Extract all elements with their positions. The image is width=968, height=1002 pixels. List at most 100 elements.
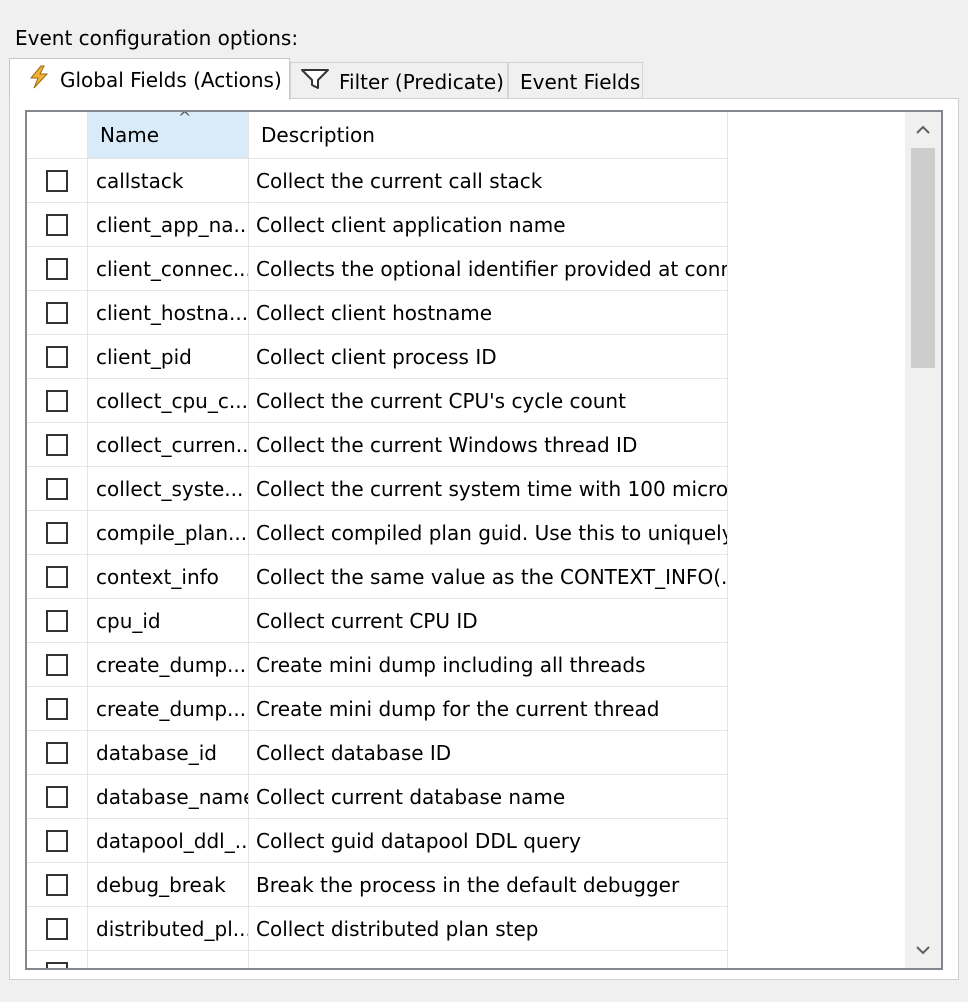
scrollbar-thumb[interactable] (911, 148, 935, 368)
table-row[interactable]: create_dump... Create mini dump for the c… (27, 687, 728, 731)
tab-label: Event Fields (520, 69, 641, 94)
row-checkbox-cell (27, 467, 88, 511)
row-description (249, 951, 728, 968)
row-description: Collect database ID (249, 731, 728, 775)
row-checkbox[interactable] (46, 213, 68, 236)
scroll-down-icon[interactable] (905, 932, 941, 968)
table-row[interactable]: collect_cpu_c... Collect the current CPU'… (27, 379, 728, 423)
row-checkbox-cell (27, 907, 88, 951)
row-description: Collect client hostname (249, 291, 728, 335)
row-description: Collects the optional identifier provide… (249, 247, 728, 291)
row-name: callstack (88, 159, 249, 203)
row-checkbox[interactable] (46, 477, 68, 500)
row-checkbox[interactable] (46, 565, 68, 588)
row-name: create_dump... (88, 643, 249, 687)
table-row[interactable]: callstack Collect the current call stack (27, 159, 728, 203)
table-row[interactable]: datapool_ddl_... Collect guid datapool DD… (27, 819, 728, 863)
row-name: client_hostna... (88, 291, 249, 335)
scroll-up-icon[interactable] (905, 112, 941, 148)
row-name: client_pid (88, 335, 249, 379)
row-name: collect_syste... (88, 467, 249, 511)
table-row[interactable]: client_hostna... Collect client hostname (27, 291, 728, 335)
actions-grid: ^ Name Description callstack Collect the … (25, 110, 943, 970)
row-checkbox[interactable] (46, 169, 68, 192)
row-name: client_app_na... (88, 203, 249, 247)
table-row[interactable]: debug_break Break the process in the defa… (27, 863, 728, 907)
grid-header: ^ Name Description (27, 112, 728, 160)
row-checkbox-cell (27, 643, 88, 687)
filter-icon (301, 68, 329, 95)
row-checkbox[interactable] (46, 697, 68, 720)
row-checkbox[interactable] (46, 962, 68, 968)
row-name (88, 951, 249, 968)
event-configuration-label: Event configuration options: (15, 26, 299, 50)
table-row[interactable]: collect_curren... Collect the current Win… (27, 423, 728, 467)
row-name: debug_break (88, 863, 249, 907)
row-checkbox[interactable] (46, 301, 68, 324)
row-name: collect_curren... (88, 423, 249, 467)
row-checkbox[interactable] (46, 345, 68, 368)
tab-filter[interactable]: Filter (Predicate) (290, 62, 508, 100)
row-checkbox[interactable] (46, 873, 68, 896)
sort-ascending-icon: ^ (178, 110, 192, 127)
description-column-header[interactable]: Description (249, 112, 728, 159)
row-checkbox[interactable] (46, 609, 68, 632)
tab-global-fields[interactable]: Global Fields (Actions) (9, 58, 290, 100)
lightning-icon (28, 65, 50, 94)
table-row[interactable] (27, 951, 728, 968)
row-description: Break the process in the default debugge… (249, 863, 728, 907)
tab-event-fields[interactable]: Event Fields (508, 62, 643, 100)
row-description: Collect the current system time with 100… (249, 467, 728, 511)
row-checkbox[interactable] (46, 521, 68, 544)
row-description: Collect the current call stack (249, 159, 728, 203)
row-checkbox[interactable] (46, 257, 68, 280)
row-name: database_name (88, 775, 249, 819)
row-checkbox-cell (27, 599, 88, 643)
row-checkbox[interactable] (46, 741, 68, 764)
table-row[interactable]: collect_syste... Collect the current syst… (27, 467, 728, 511)
tab-label: Filter (Predicate) (339, 69, 504, 94)
table-row[interactable]: client_connec... Collects the optional id… (27, 247, 728, 291)
row-checkbox-cell (27, 203, 88, 247)
table-row[interactable]: compile_plan... Collect compiled plan gui… (27, 511, 728, 555)
row-description: Collect current database name (249, 775, 728, 819)
name-column-header[interactable]: ^ Name (88, 112, 249, 159)
row-name: datapool_ddl_... (88, 819, 249, 863)
vertical-scrollbar[interactable] (905, 112, 941, 968)
row-checkbox-cell (27, 291, 88, 335)
row-checkbox[interactable] (46, 785, 68, 808)
table-row[interactable]: database_name Collect current database na… (27, 775, 728, 819)
row-checkbox-cell (27, 951, 88, 968)
row-description: Collect guid datapool DDL query (249, 819, 728, 863)
row-checkbox-cell (27, 335, 88, 379)
row-checkbox[interactable] (46, 389, 68, 412)
tab-label: Global Fields (Actions) (60, 67, 282, 92)
table-row[interactable]: cpu_id Collect current CPU ID (27, 599, 728, 643)
table-row[interactable]: database_id Collect database ID (27, 731, 728, 775)
table-row[interactable]: client_app_na... Collect client applicati… (27, 203, 728, 247)
row-checkbox-cell (27, 687, 88, 731)
row-checkbox[interactable] (46, 653, 68, 676)
row-checkbox-cell (27, 775, 88, 819)
row-checkbox-cell (27, 423, 88, 467)
row-name: collect_cpu_c... (88, 379, 249, 423)
table-row[interactable]: client_pid Collect client process ID (27, 335, 728, 379)
row-name: compile_plan... (88, 511, 249, 555)
row-checkbox-cell (27, 731, 88, 775)
row-checkbox[interactable] (46, 433, 68, 456)
row-name: distributed_pl... (88, 907, 249, 951)
table-row[interactable]: create_dump... Create mini dump including… (27, 643, 728, 687)
row-description: Collect distributed plan step (249, 907, 728, 951)
row-name: context_info (88, 555, 249, 599)
row-checkbox-cell (27, 159, 88, 203)
row-checkbox[interactable] (46, 917, 68, 940)
row-description: Collect compiled plan guid. Use this to … (249, 511, 728, 555)
row-description: Collect the current CPU's cycle count (249, 379, 728, 423)
row-description: Create mini dump for the current thread (249, 687, 728, 731)
row-checkbox-cell (27, 819, 88, 863)
row-name: create_dump... (88, 687, 249, 731)
row-checkbox[interactable] (46, 829, 68, 852)
table-row[interactable]: context_info Collect the same value as th… (27, 555, 728, 599)
table-row[interactable]: distributed_pl... Collect distributed pla… (27, 907, 728, 951)
row-name: client_connec... (88, 247, 249, 291)
